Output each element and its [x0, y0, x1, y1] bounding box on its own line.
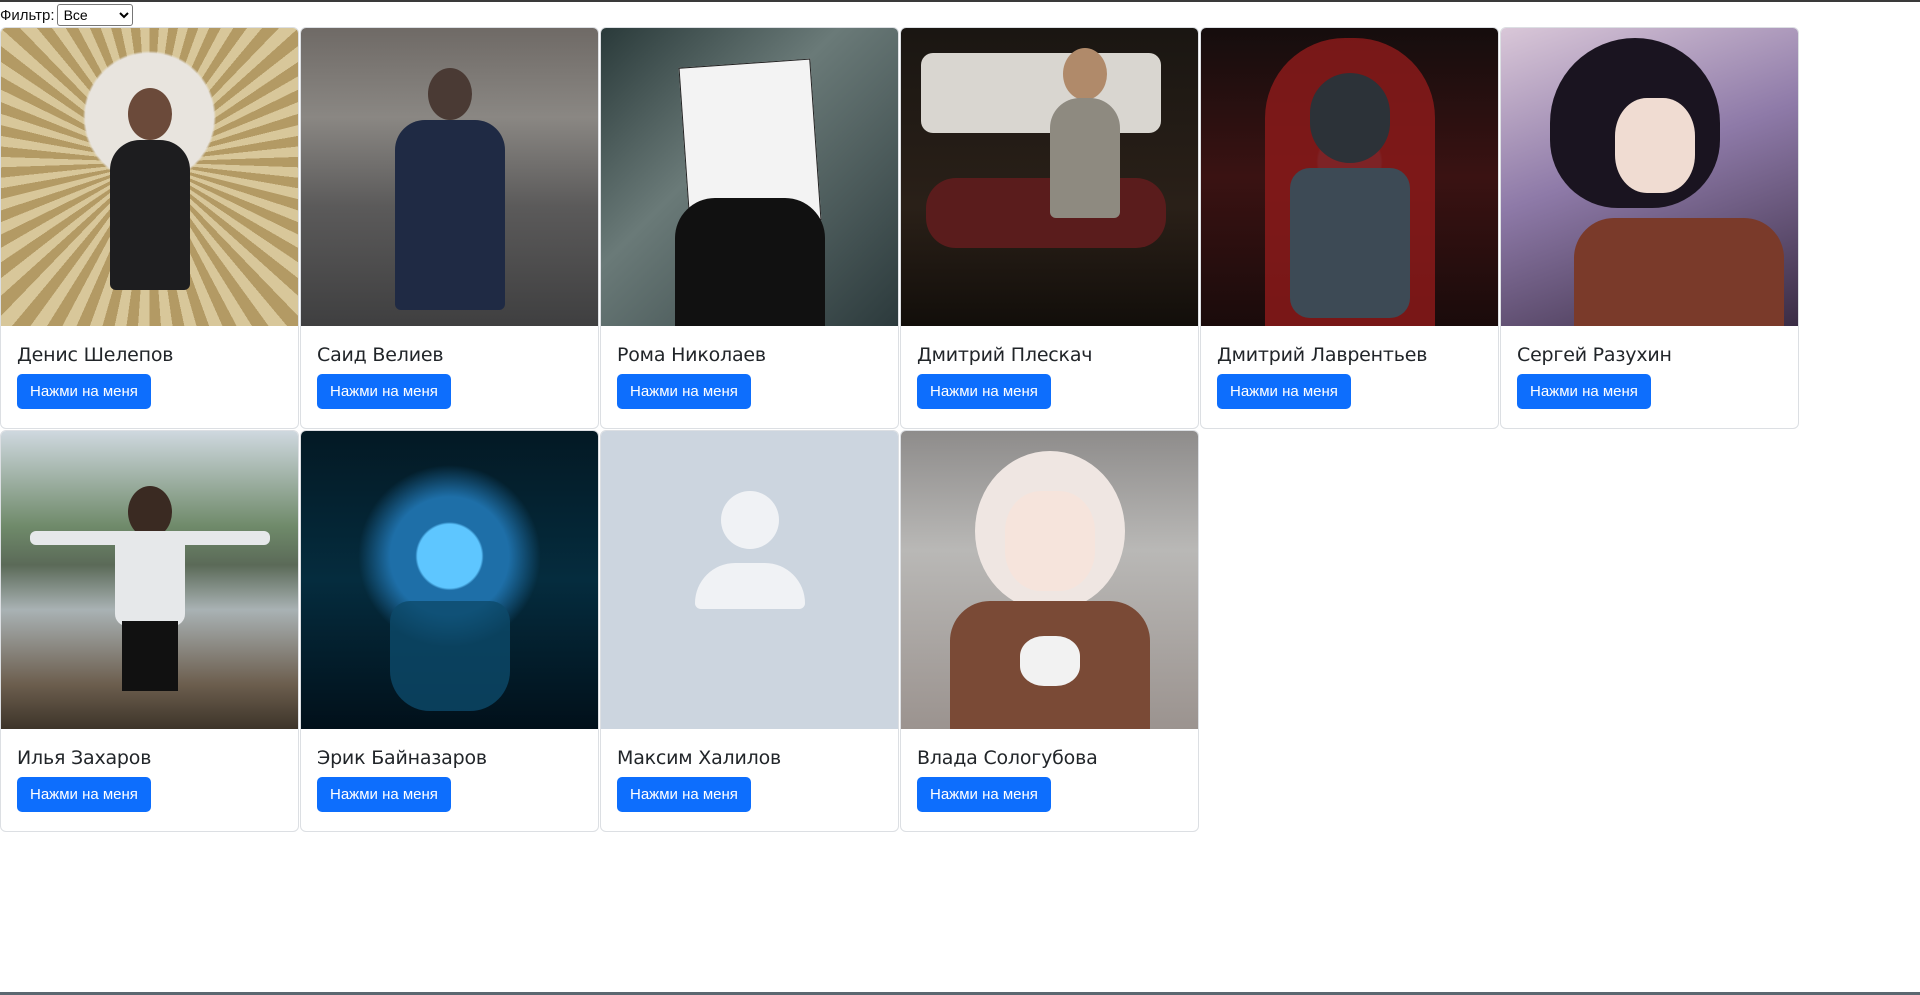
- card-button[interactable]: Нажми на меня: [1217, 374, 1351, 409]
- card-title: Денис Шелепов: [17, 344, 174, 366]
- filter-select[interactable]: Все: [56, 4, 133, 26]
- user-card: Сергей Разухин Нажми на меня: [1500, 27, 1799, 429]
- user-card-grid: Денис Шелепов Нажми на меня Саид Велиев …: [0, 27, 1799, 832]
- avatar-head-icon: [720, 491, 779, 549]
- card-button[interactable]: Нажми на меня: [17, 374, 151, 409]
- card-title: Илья Захаров: [17, 747, 152, 769]
- card-title: Эрик Байназаров: [317, 747, 487, 769]
- card-photo: [601, 28, 898, 326]
- user-card: Дмитрий Плескач Нажми на меня: [900, 27, 1199, 429]
- card-title: Саид Велиев: [317, 344, 444, 366]
- card-title: Сергей Разухин: [1517, 344, 1672, 366]
- user-card: Дмитрий Лаврентьев Нажми на меня: [1200, 27, 1499, 429]
- card-button[interactable]: Нажми на меня: [1517, 374, 1651, 409]
- filter-label: Фильтр:: [0, 6, 55, 24]
- card-title: Влада Сологубова: [917, 747, 1098, 769]
- card-button[interactable]: Нажми на меня: [617, 374, 751, 409]
- card-button[interactable]: Нажми на меня: [917, 777, 1051, 812]
- user-card: Влада Сологубова Нажми на меня: [900, 430, 1199, 832]
- filter-bar: Фильтр: Все: [0, 3, 133, 27]
- user-card: Илья Захаров Нажми на меня: [0, 430, 299, 832]
- avatar-body-icon: [694, 563, 805, 609]
- card-button[interactable]: Нажми на меня: [317, 777, 451, 812]
- card-button[interactable]: Нажми на меня: [17, 777, 151, 812]
- card-photo: [301, 431, 598, 729]
- card-title: Максим Халилов: [617, 747, 781, 769]
- card-button[interactable]: Нажми на меня: [317, 374, 451, 409]
- user-card: Саид Велиев Нажми на меня: [300, 27, 599, 429]
- default-avatar-icon: [601, 431, 898, 729]
- card-button[interactable]: Нажми на меня: [917, 374, 1051, 409]
- card-photo: [1, 28, 298, 326]
- user-card: Эрик Байназаров Нажми на меня: [300, 430, 599, 832]
- user-card: Денис Шелепов Нажми на меня: [0, 27, 299, 429]
- user-card: Максим Халилов Нажми на меня: [600, 430, 899, 832]
- user-card: Рома Николаев Нажми на меня: [600, 27, 899, 429]
- card-photo: [901, 431, 1198, 729]
- card-photo: [1201, 28, 1498, 326]
- card-photo: [301, 28, 598, 326]
- card-button[interactable]: Нажми на меня: [617, 777, 751, 812]
- card-photo: [901, 28, 1198, 326]
- card-title: Рома Николаев: [617, 344, 766, 366]
- card-photo: [1, 431, 298, 729]
- card-photo: [1501, 28, 1798, 326]
- card-title: Дмитрий Лаврентьев: [1217, 344, 1428, 366]
- top-border: [0, 0, 1920, 2]
- card-title: Дмитрий Плескач: [917, 344, 1093, 366]
